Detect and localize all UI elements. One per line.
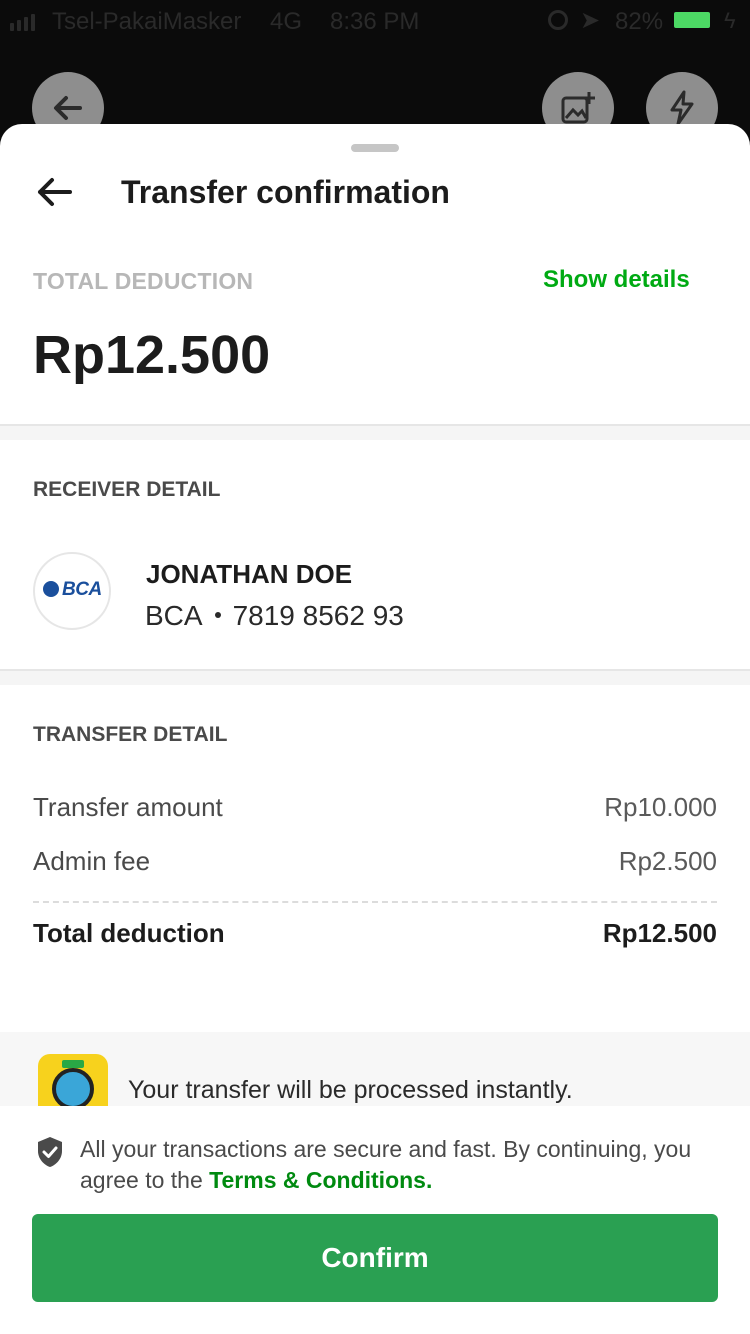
receiver-account: BCA 7819 8562 93 (145, 600, 404, 632)
section-divider (0, 669, 750, 685)
total-deduction-label: TOTAL DEDUCTION (33, 268, 254, 294)
back-arrow-icon (38, 178, 72, 206)
secure-notice: All your transactions are secure and fas… (80, 1134, 730, 1196)
network-type: 4G (270, 8, 303, 35)
drag-handle[interactable] (351, 144, 399, 152)
status-bar: Tsel-PakaiMasker 4G 8:36 PM ➤ 82% ϟ (0, 0, 750, 40)
location-icon: ➤ (580, 7, 601, 34)
separator-dot (214, 611, 221, 618)
admin-fee-value: Rp2.500 (618, 846, 717, 876)
total-amount: Rp12.500 (33, 325, 271, 385)
transfer-section-title: TRANSFER DETAIL (33, 723, 228, 746)
bank-logo: BCA (33, 552, 111, 630)
bank-logo-text: BCA (62, 579, 102, 600)
section-divider (0, 424, 750, 440)
orientation-lock-icon (548, 10, 568, 30)
total-deduction-row-label: Total deduction (33, 918, 225, 948)
battery-icon (674, 12, 710, 28)
flash-icon (670, 90, 694, 126)
back-button[interactable] (30, 170, 82, 214)
receiver-name: JONATHAN DOE (146, 559, 353, 589)
shield-check-icon (38, 1137, 62, 1167)
clock: 8:36 PM (330, 8, 420, 35)
battery-percent: 82% (615, 8, 664, 35)
total-deduction-row-value: Rp12.500 (602, 918, 717, 948)
transfer-amount-label: Transfer amount (33, 792, 223, 822)
carrier-name: Tsel-PakaiMasker (52, 8, 242, 35)
confirm-button[interactable]: Confirm (32, 1214, 718, 1302)
admin-fee-label: Admin fee (33, 846, 151, 876)
add-photo-icon (561, 92, 595, 124)
bca-emblem-icon (43, 581, 59, 597)
instant-transfer-banner: Your transfer will be processed instantl… (0, 1032, 750, 1112)
footer: All your transactions are secure and fas… (0, 1106, 750, 1334)
dashed-divider (33, 901, 717, 903)
receiver-section-title: RECEIVER DETAIL (33, 478, 221, 501)
stopwatch-icon (38, 1054, 108, 1112)
back-arrow-icon (54, 96, 82, 120)
account-number: 7819 8562 93 (232, 600, 404, 631)
show-details-link[interactable]: Show details (543, 266, 690, 294)
page-title: Transfer confirmation (121, 174, 450, 210)
charging-icon: ϟ (724, 8, 736, 33)
transfer-confirmation-sheet: Transfer confirmation TOTAL DEDUCTION Sh… (0, 124, 750, 1334)
signal-icon (10, 14, 35, 31)
transfer-amount-value: Rp10.000 (604, 792, 717, 822)
instant-transfer-text: Your transfer will be processed instantl… (128, 1076, 573, 1104)
receiver-bank: BCA (145, 600, 203, 631)
terms-link[interactable]: Terms & Conditions. (209, 1167, 432, 1193)
